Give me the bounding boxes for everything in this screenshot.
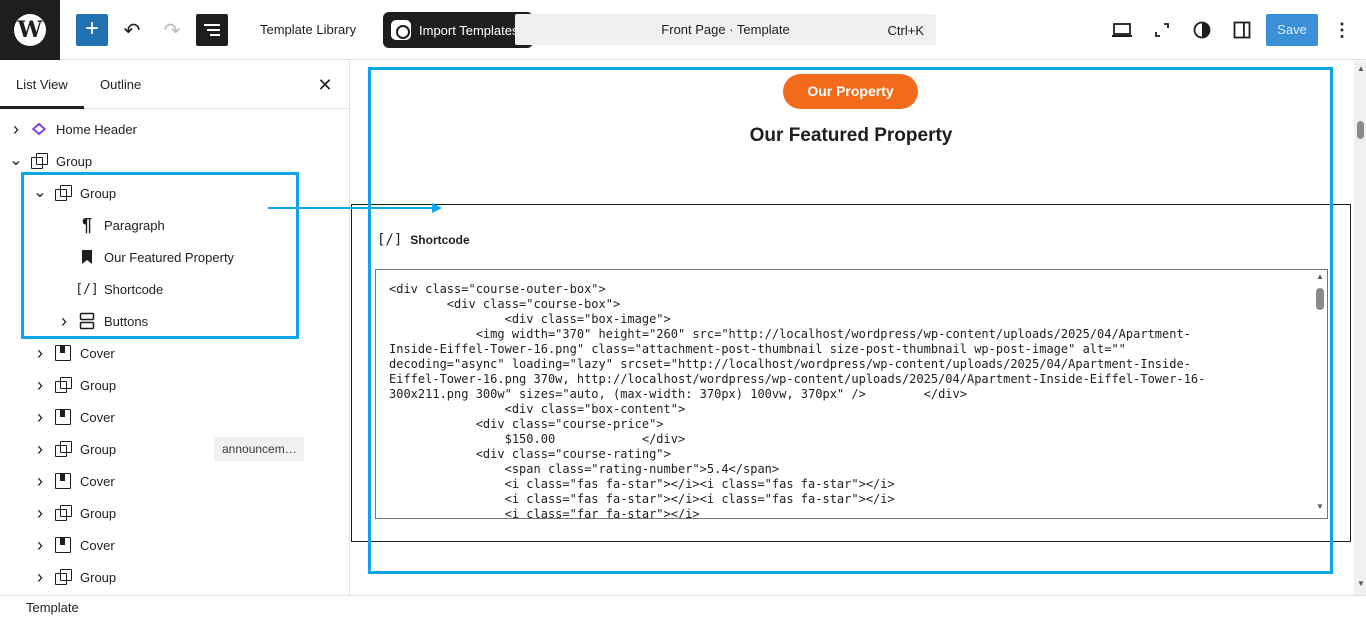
add-block-button[interactable]: +: [76, 14, 108, 46]
shortcut-hint: Ctrl+K: [887, 23, 924, 38]
preview-device-button[interactable]: [1108, 16, 1136, 44]
list-item-label: Cover: [80, 409, 115, 425]
close-sidebar-button[interactable]: ✕: [314, 74, 336, 96]
group-icon: [54, 568, 72, 586]
chevron-right-icon[interactable]: ›: [32, 535, 48, 556]
list-item-label: Group: [56, 153, 93, 169]
settings-sidebar-button[interactable]: [1228, 16, 1256, 44]
list-item[interactable]: › Group: [32, 369, 116, 401]
list-item[interactable]: › Cover: [32, 337, 115, 369]
group-icon: [54, 504, 72, 522]
chevron-right-icon[interactable]: ›: [32, 343, 48, 364]
sidebar-tabs: List View Outline ✕: [0, 61, 349, 109]
list-item-label: Group: [80, 377, 117, 393]
top-toolbar: W + ↶ ↷ Template Library Import Template…: [0, 0, 1366, 60]
import-templates-button[interactable]: Import Templates: [383, 12, 533, 48]
list-item[interactable]: › Cover: [32, 401, 115, 433]
list-item-label: Group: [80, 441, 117, 457]
list-item-label: Cover: [80, 537, 115, 553]
canvas-scrollbar[interactable]: ▲ ▼: [1354, 61, 1366, 595]
list-item-label: Home Header: [56, 121, 137, 137]
scroll-down-icon: ▼: [1357, 579, 1365, 588]
group-icon: [54, 440, 72, 458]
contrast-icon: [1193, 21, 1211, 39]
breadcrumb[interactable]: Template: [0, 595, 1366, 620]
group-icon: [54, 376, 72, 394]
chevron-right-icon[interactable]: ›: [32, 439, 48, 460]
template-library-button[interactable]: Template Library: [248, 14, 368, 46]
chevron-right-icon[interactable]: ›: [32, 567, 48, 588]
chevron-right-icon[interactable]: ›: [32, 471, 48, 492]
wordpress-icon: W: [14, 14, 46, 46]
canvas-scroll-thumb[interactable]: [1357, 121, 1364, 139]
more-vertical-icon: ⋮: [1333, 19, 1351, 40]
document-title: Front Page · Template: [661, 22, 790, 37]
annotation-arrow: [268, 203, 442, 213]
template-part-icon: [30, 120, 48, 138]
expand-icon: [1155, 23, 1169, 37]
list-view-icon: [204, 24, 220, 36]
list-item-label: Cover: [80, 473, 115, 489]
list-item-label: Group: [80, 505, 117, 521]
chevron-right-icon[interactable]: ›: [8, 119, 24, 140]
cover-icon: [54, 472, 72, 490]
list-item-label: Group: [80, 569, 117, 585]
laptop-icon: [1112, 23, 1132, 37]
open-in-new-button[interactable]: [1148, 16, 1176, 44]
cover-icon: [54, 408, 72, 426]
list-item[interactable]: › Group: [32, 561, 116, 593]
list-item[interactable]: › Group: [32, 497, 116, 529]
list-item[interactable]: › Group: [32, 433, 116, 465]
cover-icon: [54, 344, 72, 362]
tab-list-view[interactable]: List View: [0, 61, 84, 109]
redo-button[interactable]: ↷: [160, 16, 184, 44]
chevron-right-icon[interactable]: ›: [32, 503, 48, 524]
save-button[interactable]: Save: [1266, 14, 1318, 46]
document-overview-button[interactable]: [196, 14, 228, 46]
import-plugin-icon: [391, 20, 411, 40]
list-item[interactable]: › Cover: [32, 529, 115, 561]
tab-outline[interactable]: Outline: [100, 61, 160, 109]
anchor-badge: announcem…: [214, 437, 304, 461]
cover-icon: [54, 536, 72, 554]
list-item[interactable]: › Home Header: [8, 113, 137, 145]
sidebar-icon: [1233, 21, 1251, 39]
redo-icon: ↷: [163, 19, 181, 42]
chevron-down-icon[interactable]: ⌄: [8, 153, 24, 169]
list-item-label: Cover: [80, 345, 115, 361]
plus-icon: +: [84, 15, 99, 42]
styles-button[interactable]: [1188, 16, 1216, 44]
undo-icon: ↶: [123, 19, 141, 42]
canvas-highlight-box: [368, 67, 1333, 574]
scroll-up-icon: ▲: [1357, 64, 1365, 73]
close-icon: ✕: [317, 75, 333, 95]
import-templates-label: Import Templates: [419, 22, 519, 38]
sidebar-highlight-box: [21, 172, 299, 339]
group-icon: [30, 152, 48, 170]
undo-button[interactable]: ↶: [120, 16, 144, 44]
wordpress-logo-button[interactable]: W: [0, 0, 60, 60]
chevron-right-icon[interactable]: ›: [32, 375, 48, 396]
command-palette-bar[interactable]: Front Page · Template Ctrl+K: [515, 14, 936, 45]
chevron-right-icon[interactable]: ›: [32, 407, 48, 428]
list-item[interactable]: › Cover: [32, 465, 115, 497]
options-button[interactable]: ⋮: [1328, 16, 1356, 44]
